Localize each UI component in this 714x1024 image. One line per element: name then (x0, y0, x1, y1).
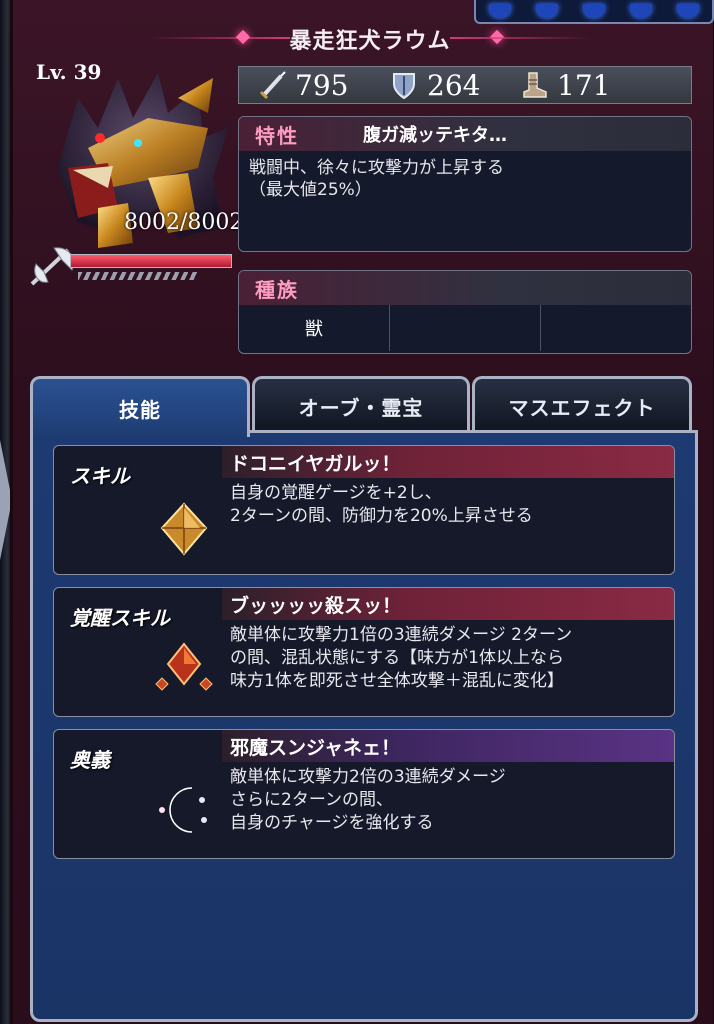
skill-type-label: 覚醒スキル (70, 606, 170, 630)
rainbow-crescent-icon (159, 787, 207, 833)
attack-stat: 795 (257, 67, 348, 103)
shield-icon (393, 73, 415, 100)
speed-value: 171 (557, 68, 611, 102)
skill-name: ドコニイヤガルッ！ (230, 452, 401, 475)
hp-gauge (28, 244, 232, 286)
race-cell (541, 305, 691, 351)
page-dot (582, 4, 605, 18)
boot-icon (523, 72, 547, 98)
amber-crystal-icon (160, 502, 208, 556)
skill-name-bar: 邪魔スンジャネェ！ (222, 730, 674, 762)
gauge-stripes (78, 272, 198, 280)
trait-header: 特性 腹ガ減ッテキタ… (239, 117, 691, 151)
skill-description: 敵単体に攻撃力1倍の3連続ダメージ 2ターン の間、混乱状態にする【味方が1体以… (230, 625, 573, 691)
speed-stat: 171 (519, 67, 610, 103)
page-dot (630, 4, 653, 18)
unit-name: 暴走狂犬ラウム (289, 29, 451, 54)
race-label: 種族 (255, 277, 299, 302)
page-dot (677, 4, 700, 18)
page-dot (488, 4, 511, 18)
tab-mass-effect[interactable]: マスエフェクト (472, 376, 692, 433)
defense-stat: 264 (389, 67, 480, 103)
attack-value: 795 (295, 68, 349, 102)
defense-value: 264 (427, 68, 481, 102)
skill-name: ブッッッッ殺スッ！ (230, 594, 402, 617)
skill-name-bar: ドコニイヤガルッ！ (222, 446, 674, 478)
stats-bar: 795 264 171 (238, 66, 692, 104)
skill-name: 邪魔スンジャネェ！ (230, 736, 401, 759)
page-dot (535, 4, 558, 18)
race-cell: 獣 (239, 305, 390, 351)
hp-value: 8002/8002 (124, 210, 244, 235)
page-indicator (474, 0, 714, 24)
skill-description: 敵単体に攻撃力2倍の3連続ダメージ さらに2ターンの間、 自身のチャージを強化す… (230, 767, 506, 833)
skill-card[interactable]: 奥義 邪魔スンジャネェ！ 敵単体に攻撃力2倍の3連続ダメージ さらに2ターンの間… (53, 729, 675, 859)
skill-card[interactable]: スキル ドコニイヤガルッ！ 自身の覚醒ゲージを+2し、 2ターンの間、防御力を2… (53, 445, 675, 575)
trait-description: 戦闘中、徐々に攻撃力が上昇する （最大値25%） (249, 158, 504, 200)
race-header: 種族 (239, 271, 691, 305)
skill-type-label: 奥義 (70, 748, 110, 772)
trait-panel: 特性 腹ガ減ッテキタ… 戦闘中、徐々に攻撃力が上昇する （最大値25%） (238, 116, 692, 252)
skill-name-bar: ブッッッッ殺スッ！ (222, 588, 674, 620)
trait-label: 特性 (255, 123, 299, 148)
unit-title-bar: 暴走狂犬ラウム (140, 22, 600, 56)
title-ornament-line (150, 37, 290, 39)
skills-content: スキル ドコニイヤガルッ！ 自身の覚醒ゲージを+2し、 2ターンの間、防御力を2… (30, 430, 698, 1022)
tab-orbs-treasures[interactable]: オーブ・霊宝 (252, 376, 470, 433)
trait-name: 腹ガ減ッテキタ… (363, 125, 507, 146)
hp-bar (70, 254, 232, 268)
skill-description: 自身の覚醒ゲージを+2し、 2ターンの間、防御力を20%上昇させる (230, 483, 533, 526)
unit-level: Lv. 39 (36, 60, 102, 84)
skill-card[interactable]: 覚醒スキル ブッッッッ殺スッ！ 敵単体に攻撃力1倍の3連続ダメージ 2ターン の… (53, 587, 675, 717)
race-panel: 種族 獣 (238, 270, 692, 354)
skill-type-label: スキル (70, 464, 130, 488)
sword-icon (259, 71, 286, 100)
detail-tabs: 技能 オーブ・霊宝 マスエフェクト (30, 376, 692, 437)
title-ornament-line (450, 37, 590, 39)
race-cell (390, 305, 541, 351)
red-crystal-cluster-icon (155, 642, 213, 691)
tab-skills[interactable]: 技能 (30, 376, 250, 437)
hp-bar-fill (71, 255, 231, 267)
race-grid: 獣 (239, 305, 691, 351)
title-gem-icon (235, 29, 251, 45)
